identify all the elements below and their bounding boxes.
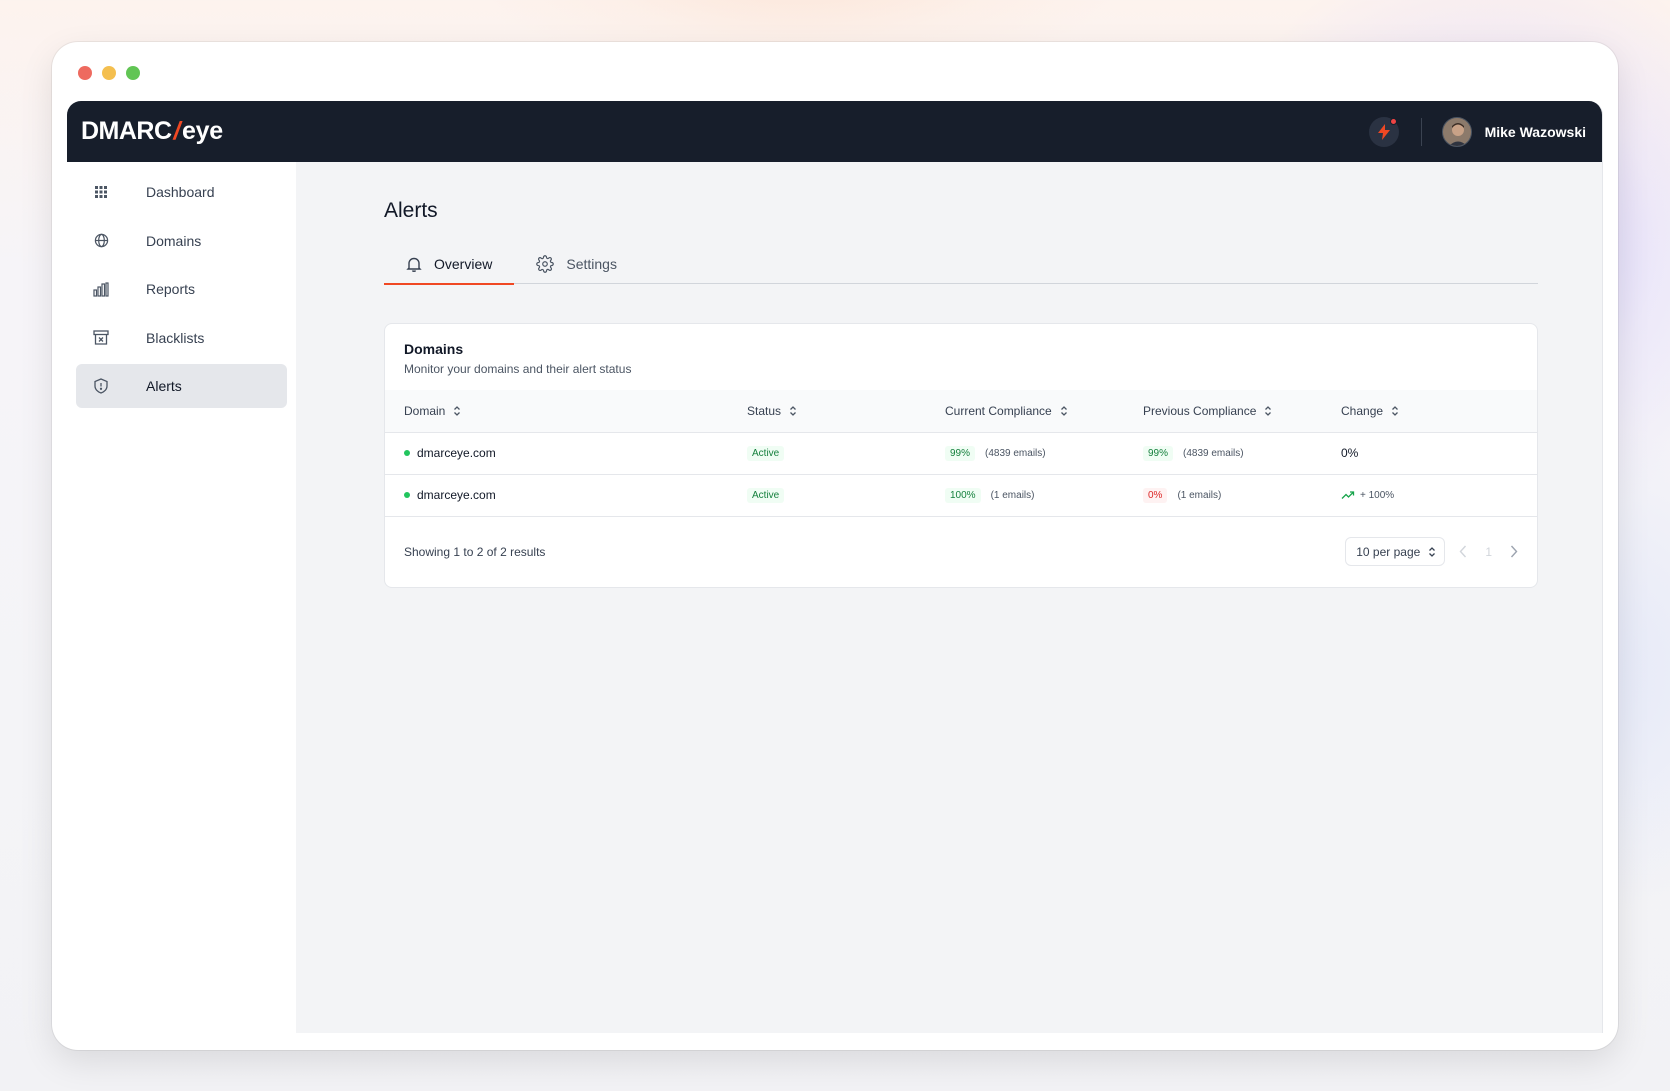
- sort-icon: [454, 405, 461, 416]
- sidebar: Dashboard Domains Reports Blacklists Ale…: [67, 162, 296, 1033]
- status-badge: Active: [747, 488, 785, 503]
- tab-overview[interactable]: Overview: [384, 244, 515, 285]
- page-title: Alerts: [384, 199, 438, 222]
- sort-icon: [790, 405, 796, 416]
- divider: [1420, 117, 1422, 146]
- sidebar-item-label: Reports: [146, 281, 196, 297]
- close-window-button[interactable]: [78, 66, 92, 80]
- table-footer: Showing 1 to 2 of 2 results 10 per page …: [385, 517, 1537, 587]
- column-label: Current Compliance: [945, 403, 1052, 418]
- tab-label: Overview: [434, 256, 493, 272]
- domains-card: Domains Monitor your domains and their a…: [384, 323, 1538, 588]
- archive-x-icon: [92, 329, 110, 347]
- change-value: 0%: [1341, 446, 1359, 460]
- page-number[interactable]: 1: [1485, 545, 1492, 559]
- sidebar-item-label: Alerts: [146, 378, 182, 394]
- column-label: Change: [1341, 403, 1384, 418]
- logo-text-left: DMARC: [81, 117, 172, 145]
- card-subtitle: Monitor your domains and their alert sta…: [404, 362, 632, 376]
- column-label: Previous Compliance: [1143, 403, 1257, 418]
- sidebar-item-label: Dashboard: [146, 184, 215, 200]
- domain-name: dmarceye.com: [417, 446, 496, 460]
- grid-icon: [92, 183, 110, 201]
- domains-table: Domain Status Current Compliance Previou…: [385, 390, 1537, 517]
- previous-compliance-badge: 0%: [1143, 488, 1168, 503]
- current-email-count: (4839 emails): [985, 448, 1046, 459]
- minimize-window-button[interactable]: [102, 66, 116, 80]
- tab-bar: Overview Settings: [384, 244, 1538, 285]
- chevron-updown-icon: [1429, 546, 1436, 557]
- globe-icon: [92, 232, 110, 250]
- shield-icon: [92, 377, 110, 395]
- chevron-left-icon[interactable]: [1459, 545, 1467, 558]
- sort-icon: [1265, 405, 1272, 416]
- sidebar-item-blacklists[interactable]: Blacklists: [76, 316, 287, 360]
- current-email-count: (1 emails): [990, 490, 1035, 501]
- card-title: Domains: [404, 341, 464, 357]
- bar-chart-icon: [92, 280, 110, 298]
- previous-compliance-badge: 99%: [1143, 446, 1174, 461]
- current-compliance-badge: 99%: [945, 446, 976, 461]
- tab-settings[interactable]: Settings: [514, 244, 639, 284]
- column-header-change[interactable]: Change: [1341, 390, 1537, 432]
- table-header-row: Domain Status Current Compliance Previou…: [385, 390, 1537, 432]
- app-window: DMARC / eye Mike Wazowski Dashboard Doma…: [52, 42, 1618, 1050]
- sidebar-item-label: Blacklists: [146, 329, 205, 346]
- column-label: Status: [747, 403, 782, 418]
- bell-icon: [406, 256, 422, 273]
- column-header-status[interactable]: Status: [747, 390, 945, 432]
- table-row[interactable]: dmarceye.com Active 99% (4839 emails) 99%…: [385, 432, 1537, 475]
- column-header-previous-compliance[interactable]: Previous Compliance: [1143, 390, 1341, 432]
- change-value: + 100%: [1360, 489, 1395, 501]
- per-page-select[interactable]: 10 per page: [1345, 537, 1446, 566]
- window-controls: [78, 66, 140, 80]
- sidebar-item-label: Domains: [146, 232, 202, 249]
- logo[interactable]: DMARC / eye: [81, 117, 223, 146]
- previous-email-count: (1 emails): [1177, 490, 1222, 501]
- sidebar-item-domains[interactable]: Domains: [76, 219, 287, 263]
- app-frame: DMARC / eye Mike Wazowski Dashboard Doma…: [67, 101, 1603, 1033]
- bolt-icon: [1377, 123, 1390, 140]
- main-content: Alerts Overview Settings Domains Monitor…: [296, 162, 1602, 1033]
- user-name[interactable]: Mike Wazowski: [1485, 124, 1586, 140]
- domain-name: dmarceye.com: [417, 488, 496, 502]
- notifications-button[interactable]: [1368, 116, 1399, 147]
- sidebar-item-reports[interactable]: Reports: [76, 267, 287, 311]
- table-row[interactable]: dmarceye.com Active 100% (1 emails) 0% (1 …: [385, 474, 1537, 517]
- logo-slash: /: [173, 117, 181, 145]
- status-dot: [404, 450, 410, 456]
- gear-icon: [536, 255, 555, 273]
- status-dot: [404, 492, 410, 498]
- trending-up-icon: [1341, 491, 1355, 499]
- current-compliance-badge: 100%: [945, 488, 981, 503]
- logo-text-right: eye: [182, 117, 223, 145]
- pagination: 1: [1459, 545, 1518, 559]
- column-header-current-compliance[interactable]: Current Compliance: [945, 390, 1143, 432]
- maximize-window-button[interactable]: [126, 66, 140, 80]
- sort-icon: [1060, 405, 1067, 416]
- per-page-value: 10 per page: [1356, 544, 1421, 559]
- notification-dot: [1389, 117, 1397, 125]
- chevron-right-icon[interactable]: [1510, 545, 1518, 558]
- topbar: DMARC / eye Mike Wazowski: [67, 101, 1602, 162]
- sidebar-item-dashboard[interactable]: Dashboard: [76, 170, 287, 214]
- sort-icon: [1392, 405, 1399, 416]
- status-badge: Active: [747, 446, 785, 461]
- previous-email-count: (4839 emails): [1183, 448, 1244, 459]
- tab-label: Settings: [566, 256, 617, 272]
- column-header-domain[interactable]: Domain: [385, 390, 747, 432]
- results-summary: Showing 1 to 2 of 2 results: [404, 544, 546, 559]
- sidebar-item-alerts[interactable]: Alerts: [76, 364, 287, 408]
- column-label: Domain: [404, 403, 446, 418]
- avatar[interactable]: [1441, 116, 1472, 147]
